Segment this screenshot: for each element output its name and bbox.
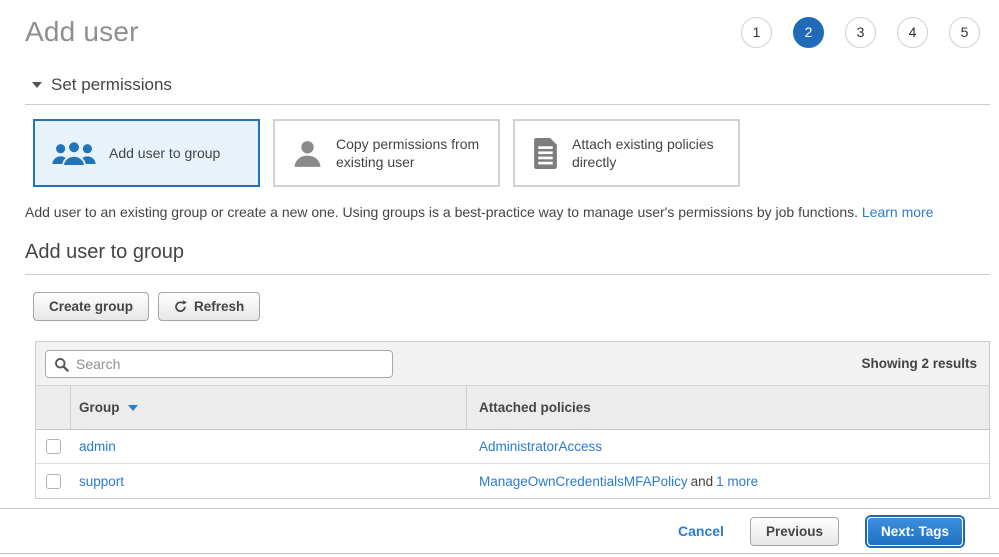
set-permissions-header[interactable]: Set permissions bbox=[32, 75, 990, 95]
group-column-label: Group bbox=[79, 400, 120, 415]
set-permissions-label: Set permissions bbox=[51, 75, 172, 95]
collapse-icon bbox=[32, 82, 42, 88]
results-count: Showing 2 results bbox=[861, 356, 977, 371]
wizard-footer: Cancel Previous Next: Tags bbox=[0, 508, 999, 554]
cancel-link[interactable]: Cancel bbox=[678, 523, 724, 539]
divider bbox=[25, 274, 990, 275]
row-checkbox[interactable] bbox=[46, 439, 61, 454]
and-text: and bbox=[691, 474, 714, 489]
page-title: Add user bbox=[25, 16, 139, 48]
table-toolbar: Showing 2 results bbox=[36, 342, 989, 386]
group-description: Add user to an existing group or create … bbox=[25, 204, 990, 220]
next-tags-button[interactable]: Next: Tags bbox=[867, 517, 963, 546]
step-5: 5 bbox=[949, 17, 980, 48]
refresh-label: Refresh bbox=[194, 299, 244, 314]
group-cell: support bbox=[71, 464, 467, 498]
column-header-group[interactable]: Group bbox=[71, 386, 467, 429]
policy-link[interactable]: AdministratorAccess bbox=[479, 439, 602, 454]
group-link[interactable]: support bbox=[79, 474, 124, 489]
column-header-attached-policies: Attached policies bbox=[467, 386, 989, 429]
groups-table: Showing 2 results Group Attached policie… bbox=[35, 341, 990, 499]
search-input[interactable] bbox=[45, 350, 393, 378]
previous-button[interactable]: Previous bbox=[750, 517, 839, 546]
header-checkbox-cell bbox=[36, 386, 71, 429]
search-wrap bbox=[45, 350, 393, 378]
card-label: Copy permissions from existing user bbox=[336, 135, 488, 171]
step-3: 3 bbox=[845, 17, 876, 48]
main-content: Add user 1 2 3 4 5 Set permissions bbox=[0, 0, 999, 499]
sort-descending-icon bbox=[128, 405, 138, 411]
row-checkbox-cell bbox=[36, 464, 71, 498]
create-group-button[interactable]: Create group bbox=[33, 292, 149, 321]
table-row-admin: admin AdministratorAccess bbox=[36, 430, 989, 464]
row-checkbox[interactable] bbox=[46, 474, 61, 489]
card-copy-permissions[interactable]: Copy permissions from existing user bbox=[273, 119, 500, 187]
step-2-active: 2 bbox=[793, 17, 824, 48]
card-label: Add user to group bbox=[109, 144, 220, 162]
add-user-to-group-title: Add user to group bbox=[25, 241, 990, 264]
card-label: Attach existing policies directly bbox=[572, 135, 728, 171]
card-add-user-to-group[interactable]: Add user to group bbox=[33, 119, 260, 187]
policy-document-icon bbox=[532, 138, 559, 169]
learn-more-link[interactable]: Learn more bbox=[862, 204, 934, 220]
group-actions: Create group Refresh bbox=[33, 292, 990, 321]
refresh-button[interactable]: Refresh bbox=[158, 292, 260, 321]
user-icon bbox=[292, 138, 323, 169]
group-cell: admin bbox=[71, 430, 467, 463]
table-header: Group Attached policies bbox=[36, 386, 989, 430]
search-icon bbox=[54, 357, 69, 372]
policies-cell: AdministratorAccess bbox=[467, 430, 989, 463]
table-row-support: support ManageOwnCredentialsMFAPolicy an… bbox=[36, 464, 989, 498]
group-link[interactable]: admin bbox=[79, 439, 116, 454]
divider bbox=[25, 104, 990, 105]
refresh-icon bbox=[174, 300, 187, 313]
policies-cell: ManageOwnCredentialsMFAPolicy and 1 more bbox=[467, 464, 989, 498]
description-text: Add user to an existing group or create … bbox=[25, 204, 858, 220]
step-1: 1 bbox=[741, 17, 772, 48]
attached-policies-column-label: Attached policies bbox=[479, 400, 591, 415]
policy-link[interactable]: ManageOwnCredentialsMFAPolicy bbox=[479, 474, 688, 489]
card-attach-policies[interactable]: Attach existing policies directly bbox=[513, 119, 740, 187]
user-group-icon bbox=[52, 139, 96, 168]
wizard-steps: 1 2 3 4 5 bbox=[741, 17, 980, 48]
page-header: Add user 1 2 3 4 5 bbox=[25, 16, 990, 48]
more-policies-link[interactable]: 1 more bbox=[716, 474, 758, 489]
row-checkbox-cell bbox=[36, 430, 71, 463]
step-4: 4 bbox=[897, 17, 928, 48]
permission-option-cards: Add user to group Copy permissions from … bbox=[33, 119, 990, 187]
